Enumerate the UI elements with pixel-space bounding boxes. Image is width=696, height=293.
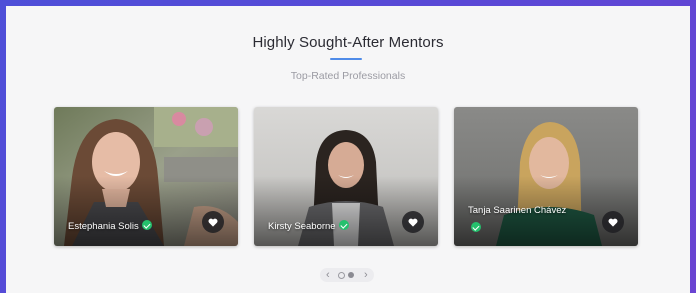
verified-check-icon — [141, 220, 152, 230]
chevron-left-icon[interactable]: ‹ — [326, 267, 330, 283]
mentor-name[interactable]: Kirsty Seaborne — [268, 220, 349, 232]
carousel-dot-active[interactable] — [348, 272, 354, 278]
mentor-card[interactable]: Tanja Saarinen Chávez — [454, 107, 638, 246]
mentor-card[interactable]: Estephania Solis — [54, 107, 238, 246]
title-divider — [330, 58, 362, 60]
verified-check-icon — [338, 220, 349, 230]
mentor-card[interactable]: Kirsty Seaborne — [254, 107, 438, 246]
heart-icon[interactable] — [202, 211, 224, 233]
section-subtitle: Top-Rated Professionals — [290, 70, 406, 82]
mentors-section: Highly Sought-After Mentors Top-Rated Pr… — [6, 6, 690, 293]
chevron-right-icon[interactable]: › — [364, 267, 368, 283]
heart-icon[interactable] — [602, 211, 624, 233]
mentor-name[interactable]: Tanja Saarinen Chávez — [468, 205, 566, 216]
verified-check-icon — [471, 222, 481, 232]
carousel-pager: ‹ › — [320, 268, 374, 282]
mentor-name[interactable]: Estephania Solis — [68, 220, 152, 232]
carousel-dot[interactable] — [338, 271, 345, 279]
section-title: Highly Sought-After Mentors — [252, 34, 444, 51]
heart-icon[interactable] — [402, 211, 424, 233]
